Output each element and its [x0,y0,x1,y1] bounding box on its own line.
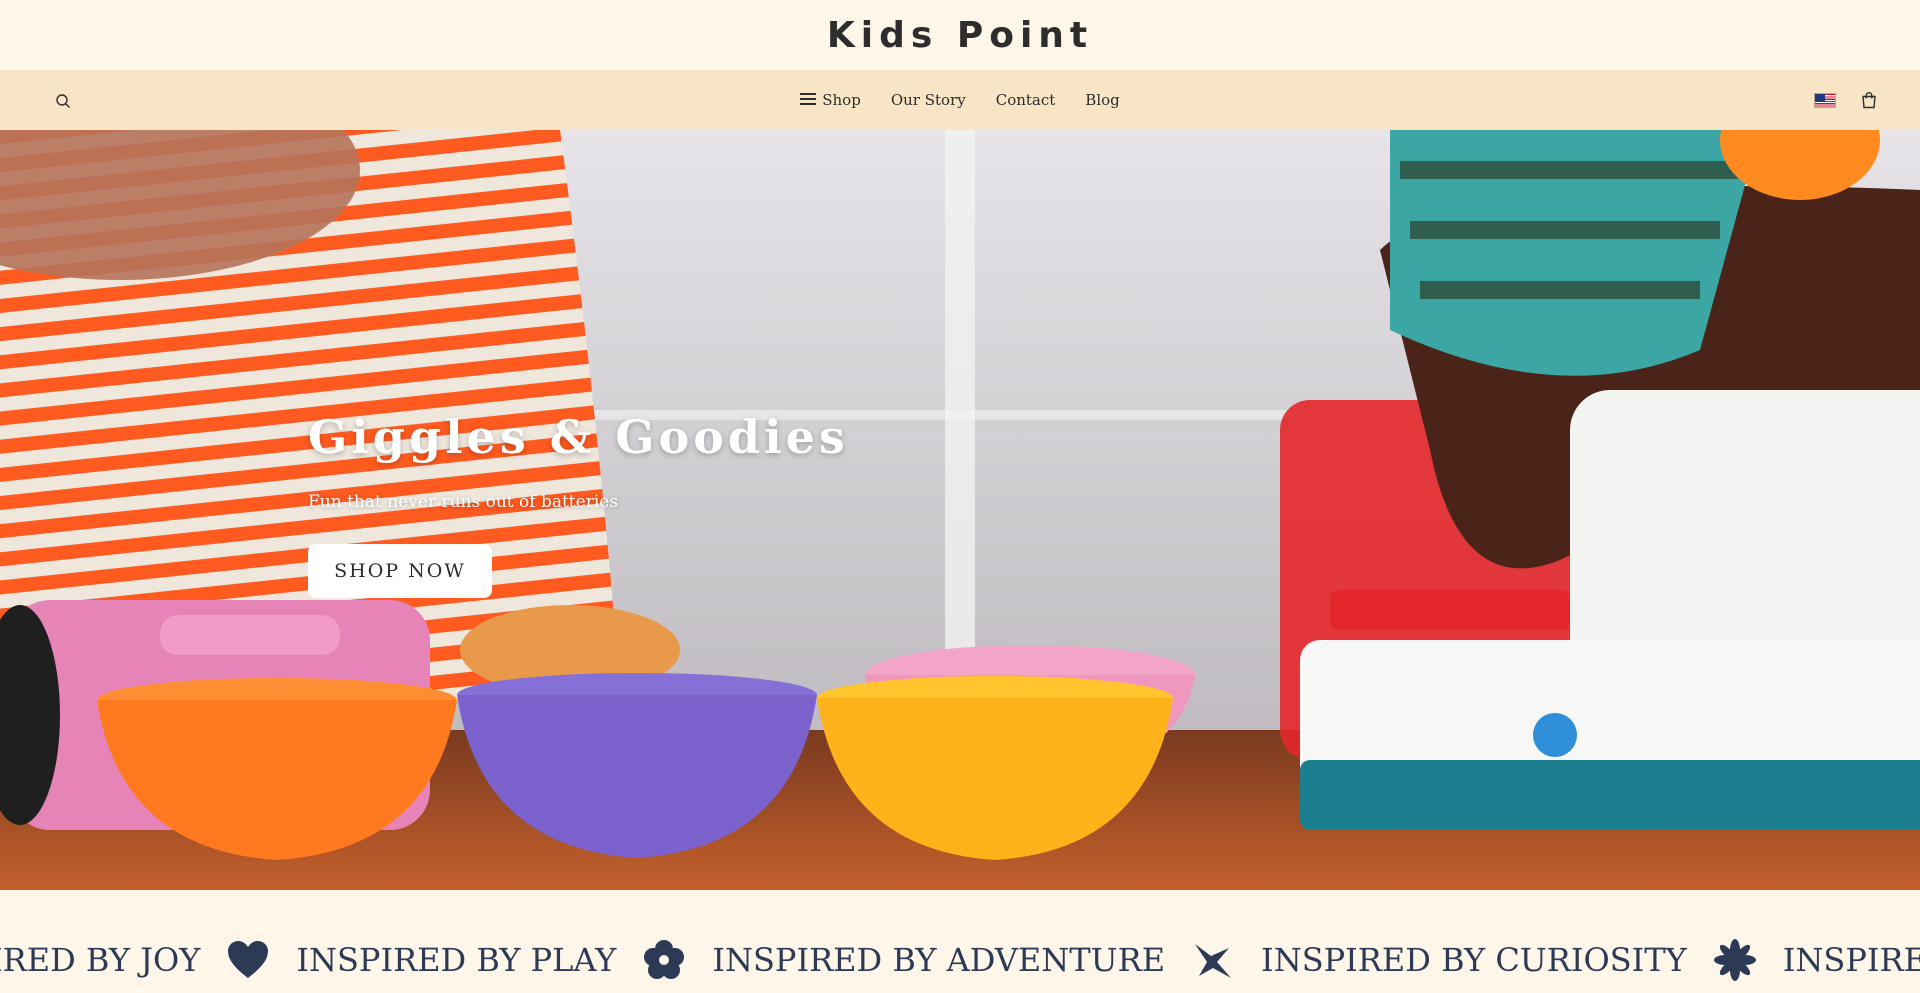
marquee-text: INSPIRED BY ADVENTURE [712,941,1166,979]
nav-item-blog[interactable]: Blog [1085,91,1119,109]
nav-item-label: Contact [995,91,1056,109]
inspiration-marquee: IRED BY JOY INSPIRED BY PLAY INSPIRED BY… [0,890,1920,993]
logo-bar: Kids Point [0,0,1920,70]
site-logo[interactable]: Kids Point [827,15,1093,56]
shop-now-button[interactable]: SHOP NOW [308,544,492,598]
main-nav: Shop Our Story Contact Blog [0,70,1920,130]
hero-content: Giggles & Goodies Fun that never runs ou… [308,410,1008,598]
marquee-text: INSPIRED BY [1782,941,1920,979]
marquee-text: IRED BY JOY [0,941,201,979]
shopping-bag-icon[interactable] [1858,89,1880,111]
search-icon[interactable] [52,90,74,112]
marquee-track: IRED BY JOY INSPIRED BY PLAY INSPIRED BY… [0,938,1920,982]
nav-item-shop[interactable]: Shop [800,91,861,109]
hero-banner: Giggles & Goodies Fun that never runs ou… [0,130,1920,890]
nav-item-contact[interactable]: Contact [996,91,1056,109]
asterisk-icon [1713,938,1757,982]
airplane-icon [1191,938,1235,982]
hero-subtitle: Fun that never runs out of batteries [308,492,619,512]
marquee-text: INSPIRED BY CURIOSITY [1261,941,1687,979]
hero-title: Giggles & Goodies [308,410,849,464]
flower-icon [642,938,686,982]
nav-item-our-story[interactable]: Our Story [891,91,966,109]
hamburger-menu-icon [800,91,817,109]
nav-item-label: Blog [1085,91,1120,109]
nav-item-label: Shop [822,91,861,109]
heart-icon [226,938,270,982]
us-flag-icon[interactable] [1814,92,1836,108]
nav-item-label: Our Story [890,91,966,109]
nav-links: Shop Our Story Contact Blog [0,70,1920,130]
nav-right [1814,70,1880,130]
marquee-text: INSPIRED BY PLAY [296,941,617,979]
